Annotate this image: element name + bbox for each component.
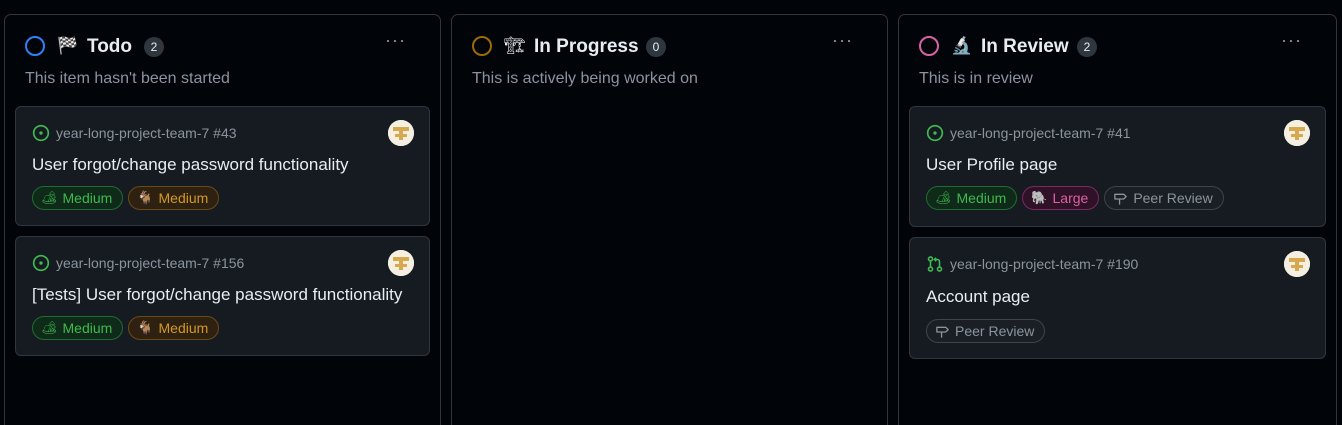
- more-options-button[interactable]: ···: [385, 31, 406, 49]
- camping-icon: 🏕: [41, 320, 58, 335]
- label-size-medium[interactable]: 🏕 Medium: [32, 316, 124, 340]
- column-todo: 🏁 Todo 2 ··· This item hasn't been start…: [4, 14, 441, 425]
- camping-icon: 🏕: [41, 190, 58, 205]
- status-circle-icon: [25, 36, 45, 56]
- label-text: Medium: [158, 320, 209, 336]
- goat-icon: 🐐: [137, 320, 154, 335]
- card-meta: year-long-project-team-7 #41: [926, 123, 1131, 143]
- avatar[interactable]: [388, 120, 414, 146]
- microscope-icon: 🔬: [951, 36, 973, 55]
- label-text: Peer Review: [955, 323, 1035, 339]
- label-peer-review[interactable]: Peer Review: [926, 319, 1046, 343]
- card-title[interactable]: [Tests] User forgot/change password func…: [32, 284, 402, 306]
- label-priority-medium[interactable]: 🐐 Medium: [128, 186, 220, 210]
- label-list: 🏕 Medium 🐐 Medium: [32, 186, 220, 210]
- label-priority-medium[interactable]: 🐐 Medium: [128, 316, 220, 340]
- label-size-medium[interactable]: 🏕 Medium: [32, 186, 124, 210]
- label-text: Medium: [158, 190, 209, 206]
- more-options-button[interactable]: ···: [832, 31, 853, 49]
- avatar[interactable]: [1284, 120, 1310, 146]
- column-title: In Review: [981, 36, 1069, 57]
- construction-crane-icon: 🏗: [504, 36, 526, 55]
- label-list: 🏕 Medium 🐘 Large Peer Review: [926, 186, 1224, 210]
- item-count-badge: 0: [646, 37, 666, 57]
- goat-icon: 🐐: [137, 190, 154, 205]
- issue-card[interactable]: year-long-project-team-7 #156 [Tests] Us…: [15, 236, 430, 356]
- label-peer-review[interactable]: Peer Review: [1104, 186, 1224, 210]
- issue-open-icon: [32, 124, 50, 142]
- issue-reference[interactable]: year-long-project-team-7 #41: [950, 125, 1131, 141]
- label-text: Peer Review: [1133, 190, 1213, 206]
- column-title: Todo: [87, 36, 133, 57]
- avatar[interactable]: [1284, 251, 1310, 277]
- status-circle-icon: [472, 36, 492, 56]
- column-header: 🏗 In Progress 0 ··· This is actively bei…: [452, 15, 887, 105]
- project-board: 🏁 Todo 2 ··· This item hasn't been start…: [0, 0, 1342, 425]
- label-text: Medium: [956, 190, 1007, 206]
- card-meta: year-long-project-team-7 #156: [32, 253, 244, 273]
- signpost-icon: [936, 326, 949, 338]
- label-list: Peer Review: [926, 319, 1046, 343]
- item-count-badge: 2: [144, 37, 164, 57]
- label-size-large[interactable]: 🐘 Large: [1022, 186, 1100, 210]
- issue-open-icon: [926, 124, 944, 142]
- pull-request-icon: [927, 256, 943, 272]
- more-options-button[interactable]: ···: [1281, 31, 1302, 49]
- pull-request-card[interactable]: year-long-project-team-7 #190 Account pa…: [909, 237, 1326, 359]
- card-title[interactable]: User forgot/change password functionalit…: [32, 154, 349, 176]
- column-header: 🔬 In Review 2 ··· This is in review: [899, 15, 1336, 105]
- label-text: Medium: [62, 320, 113, 336]
- column-description: This is in review: [919, 70, 1033, 87]
- issue-open-icon: [32, 254, 50, 272]
- column-in-progress: 🏗 In Progress 0 ··· This is actively bei…: [451, 14, 888, 425]
- card-meta: year-long-project-team-7 #43: [32, 123, 237, 143]
- label-text: Large: [1052, 190, 1089, 206]
- label-size-medium[interactable]: 🏕 Medium: [926, 186, 1018, 210]
- elephant-icon: 🐘: [1031, 190, 1048, 205]
- issue-card[interactable]: year-long-project-team-7 #43 User forgot…: [15, 106, 430, 226]
- issue-card[interactable]: year-long-project-team-7 #41 User Profil…: [909, 106, 1326, 227]
- column-in-review: 🔬 In Review 2 ··· This is in review year…: [898, 14, 1337, 425]
- card-meta: year-long-project-team-7 #190: [926, 254, 1138, 274]
- column-description: This item hasn't been started: [25, 70, 230, 87]
- issue-reference[interactable]: year-long-project-team-7 #43: [56, 125, 237, 141]
- column-title: In Progress: [534, 36, 639, 57]
- pull-request-reference[interactable]: year-long-project-team-7 #190: [950, 256, 1138, 272]
- column-description: This is actively being worked on: [472, 70, 698, 87]
- card-title[interactable]: Account page: [926, 286, 1030, 308]
- checkered-flag-icon: 🏁: [57, 36, 79, 55]
- item-count-badge: 2: [1077, 37, 1097, 57]
- issue-reference[interactable]: year-long-project-team-7 #156: [56, 255, 244, 271]
- avatar[interactable]: [388, 250, 414, 276]
- status-circle-icon: [919, 36, 939, 56]
- column-header: 🏁 Todo 2 ··· This item hasn't been start…: [5, 15, 440, 105]
- signpost-icon: [1114, 193, 1128, 205]
- label-list: 🏕 Medium 🐐 Medium: [32, 316, 220, 340]
- label-text: Medium: [62, 190, 113, 206]
- camping-icon: 🏕: [935, 190, 952, 205]
- card-title[interactable]: User Profile page: [926, 154, 1057, 176]
